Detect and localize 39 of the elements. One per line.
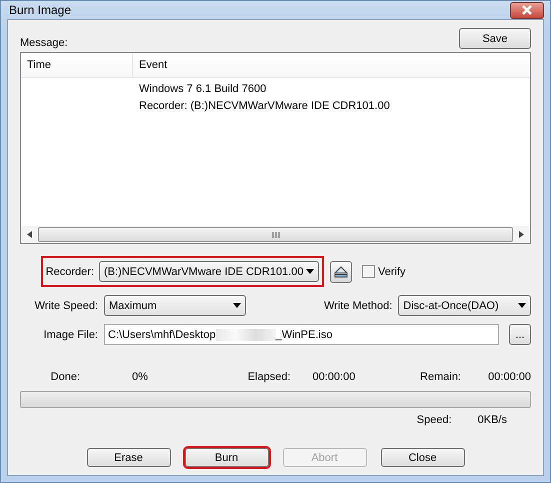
speed-label: Speed: (416, 414, 452, 426)
grip-icon (272, 232, 280, 238)
verify-checkbox[interactable] (362, 265, 375, 278)
dropdown-caret-icon (518, 303, 526, 308)
column-header[interactable]: Event (133, 53, 174, 77)
save-button[interactable]: Save (459, 28, 531, 49)
write-method-label: Write Method: (324, 300, 392, 312)
dialog-button[interactable]: Erase (86, 448, 170, 467)
image-file-field[interactable]: C:\Users\mhf\Desktop _WinPE.iso (104, 324, 499, 345)
event-cell-text: Recorder: (B:)NECVMWarVMware IDE CDR101.00 (138, 100, 390, 112)
browse-button[interactable]: ... (509, 324, 531, 345)
write-method-dropdown[interactable]: Disc-at-Once(DAO) (398, 295, 531, 316)
blurred-patch (216, 328, 276, 340)
remain-label: Remain: (419, 371, 461, 383)
eject-icon[interactable] (330, 260, 352, 282)
recorder-dropdown[interactable]: (B:)NECVMWarVMware IDE CDR101.00 (99, 261, 319, 282)
elapsed-value: 00:00:00 (312, 371, 356, 383)
dialog-button[interactable]: Burn (184, 448, 268, 467)
event-cell-text: Windows 7 6.1 Build 7600 (138, 82, 266, 94)
scroll-right-icon[interactable] (519, 231, 524, 238)
remain-value: 00:00:00 (487, 371, 531, 383)
message-label: Message: (20, 37, 68, 49)
image-file-label: Image File: (42, 328, 99, 340)
done-label: Done: (50, 371, 80, 383)
horizontal-scrollbar[interactable] (21, 226, 530, 243)
dialog-button[interactable]: Close (380, 448, 464, 467)
dropdown-caret-icon (233, 303, 241, 308)
close-icon[interactable] (510, 2, 544, 18)
scroll-left-icon[interactable] (27, 231, 32, 238)
write-speed-label: Write Speed: (34, 300, 99, 312)
done-value: 0% (131, 371, 149, 383)
speed-value: 0KB/s (478, 414, 507, 426)
column-header[interactable]: Time (21, 53, 133, 77)
recorder-label: Recorder: (46, 266, 94, 278)
verify-label: Verify (378, 266, 406, 278)
dropdown-caret-icon (306, 269, 314, 274)
window-title: Burn Image (9, 3, 72, 17)
elapsed-label: Elapsed: (246, 371, 290, 383)
write-speed-dropdown[interactable]: Maximum (104, 295, 246, 316)
